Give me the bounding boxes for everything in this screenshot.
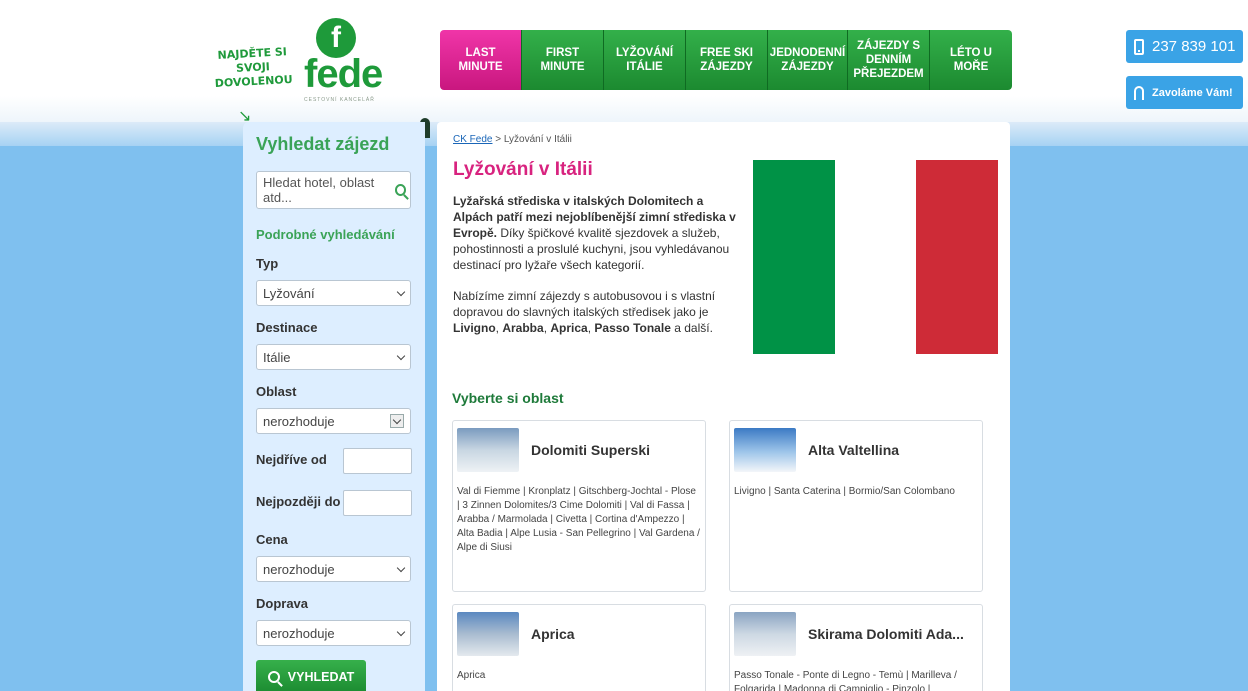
chevron-down-icon bbox=[396, 287, 406, 296]
nav-lyzovani-italie[interactable]: LYŽOVÁNÍ ITÁLIE bbox=[604, 30, 686, 90]
dropdown-button[interactable] bbox=[390, 414, 404, 428]
brand-tagline: NAJDĚTE SI SVOJI DOVOLENOU bbox=[214, 45, 293, 91]
nav-free-ski[interactable]: FREE SKI ZÁJEZDY bbox=[686, 30, 768, 90]
date-from-label: Nejdříve od bbox=[256, 452, 327, 467]
nav-first-minute[interactable]: FIRST MINUTE bbox=[522, 30, 604, 90]
region-card-valtellina[interactable]: Alta Valtellina Livigno | Santa Caterina… bbox=[729, 420, 983, 592]
type-select[interactable]: Lyžování bbox=[256, 280, 411, 306]
callback-label: Zavoláme Vám! bbox=[1152, 86, 1233, 99]
flag-stripe-red bbox=[916, 160, 999, 354]
search-icon bbox=[267, 671, 280, 683]
region-title[interactable]: Alta Valtellina bbox=[808, 442, 899, 458]
region-card-aprica[interactable]: Aprica Aprica bbox=[452, 604, 706, 691]
area-value: nerozhoduje bbox=[263, 413, 335, 429]
region-thumbnail bbox=[457, 612, 519, 656]
area-label: Oblast bbox=[256, 384, 297, 399]
intro-p2: Nabízíme zimní zájezdy s autobusovou i s… bbox=[453, 289, 716, 319]
date-from-row: Nejdříve od bbox=[256, 448, 412, 474]
region-thumbnail bbox=[457, 428, 519, 472]
search-sidebar: Vyhledat zájezd Hledat hotel, oblast atd… bbox=[243, 122, 425, 691]
date-to-label: Nejpozději do bbox=[256, 494, 341, 509]
resort-arabba: Arabba bbox=[502, 321, 544, 335]
logo-word: fede bbox=[304, 52, 383, 96]
region-heading: Vyberte si oblast bbox=[452, 390, 564, 406]
search-icon[interactable] bbox=[394, 184, 406, 196]
search-placeholder: Hledat hotel, oblast atd... bbox=[263, 175, 375, 205]
region-resorts: Val di Fiemme | Kronplatz | Gitschberg-J… bbox=[457, 486, 700, 553]
resort-aprica: Aprica bbox=[550, 321, 588, 335]
region-thumbnail bbox=[734, 612, 796, 656]
main-nav: LAST MINUTE FIRST MINUTE LYŽOVÁNÍ ITÁLIE… bbox=[440, 30, 1012, 90]
type-label: Typ bbox=[256, 256, 279, 271]
main-content: CK Fede > Lyžování v Itálii Lyžování v I… bbox=[437, 122, 1010, 691]
date-from-field[interactable] bbox=[343, 448, 412, 474]
breadcrumb-home-link[interactable]: CK Fede bbox=[453, 134, 492, 145]
date-to-row: Nejpozději do bbox=[256, 490, 412, 516]
chevron-down-icon bbox=[392, 415, 402, 424]
type-value: Lyžování bbox=[263, 285, 315, 301]
advanced-search-heading: Podrobné vyhledávání bbox=[256, 227, 395, 242]
phone-icon bbox=[1134, 38, 1144, 55]
transport-value: nerozhoduje bbox=[263, 625, 335, 641]
logo-subtitle: CESTOVNÍ KANCELÁŘ bbox=[304, 97, 375, 103]
transport-label: Doprava bbox=[256, 596, 309, 611]
intro-p2-end: a další. bbox=[670, 321, 713, 335]
intro-text: Lyžařská střediska v italských Dolomitec… bbox=[453, 193, 745, 336]
search-input[interactable]: Hledat hotel, oblast atd... bbox=[256, 171, 411, 209]
region-title[interactable]: Aprica bbox=[531, 626, 575, 642]
fede-logo[interactable]: f fede CESTOVNÍ KANCELÁŘ bbox=[296, 18, 386, 108]
callback-button[interactable]: Zavoláme Vám! bbox=[1126, 76, 1243, 109]
resort-livigno: Livigno bbox=[453, 321, 496, 335]
region-title[interactable]: Dolomiti Superski bbox=[531, 442, 650, 458]
transport-select[interactable]: nerozhoduje bbox=[256, 620, 411, 646]
chevron-down-icon bbox=[396, 627, 406, 636]
breadcrumb-current: > Lyžování v Itálii bbox=[492, 134, 572, 145]
destination-label: Destinace bbox=[256, 320, 318, 335]
region-card-skirama[interactable]: Skirama Dolomiti Ada... Passo Tonale - P… bbox=[729, 604, 983, 691]
nav-leto[interactable]: LÉTO U MOŘE bbox=[930, 30, 1012, 90]
headset-icon bbox=[1134, 85, 1144, 100]
price-value: nerozhoduje bbox=[263, 561, 335, 577]
chevron-down-icon bbox=[396, 351, 406, 360]
destination-select[interactable]: Itálie bbox=[256, 344, 411, 370]
phone-number: 237 839 101 bbox=[1152, 38, 1236, 55]
region-resorts: Passo Tonale - Ponte di Legno - Temù | M… bbox=[734, 670, 957, 691]
area-select[interactable]: nerozhoduje bbox=[256, 408, 411, 434]
price-select[interactable]: nerozhoduje bbox=[256, 556, 411, 582]
search-button-label: VYHLEDAT bbox=[287, 670, 355, 684]
resort-passo-tonale: Passo Tonale bbox=[594, 321, 671, 335]
phone-button[interactable]: 237 839 101 bbox=[1126, 30, 1243, 63]
sidebar-title: Vyhledat zájezd bbox=[256, 134, 390, 154]
chevron-down-icon bbox=[396, 563, 406, 572]
flag-stripe-white bbox=[834, 160, 917, 354]
date-to-field[interactable] bbox=[343, 490, 412, 516]
region-title[interactable]: Skirama Dolomiti Ada... bbox=[808, 626, 964, 642]
nav-denni-prejezd[interactable]: ZÁJEZDY S DENNÍM PŘEJEZDEM bbox=[848, 30, 930, 90]
italy-flag bbox=[753, 160, 999, 354]
region-resorts: Livigno | Santa Caterina | Bormio/San Co… bbox=[734, 486, 955, 497]
price-label: Cena bbox=[256, 532, 288, 547]
nav-jednodenni[interactable]: JEDNODENNÍ ZÁJEZDY bbox=[768, 30, 848, 90]
nav-last-minute[interactable]: LAST MINUTE bbox=[440, 30, 522, 90]
region-card-dolomiti[interactable]: Dolomiti Superski Val di Fiemme | Kronpl… bbox=[452, 420, 706, 592]
destination-value: Itálie bbox=[263, 349, 291, 365]
flag-stripe-green bbox=[753, 160, 835, 354]
region-resorts: Aprica bbox=[457, 670, 486, 681]
region-thumbnail bbox=[734, 428, 796, 472]
search-button[interactable]: VYHLEDAT bbox=[256, 660, 366, 691]
breadcrumb: CK Fede > Lyžování v Itálii bbox=[453, 134, 994, 145]
